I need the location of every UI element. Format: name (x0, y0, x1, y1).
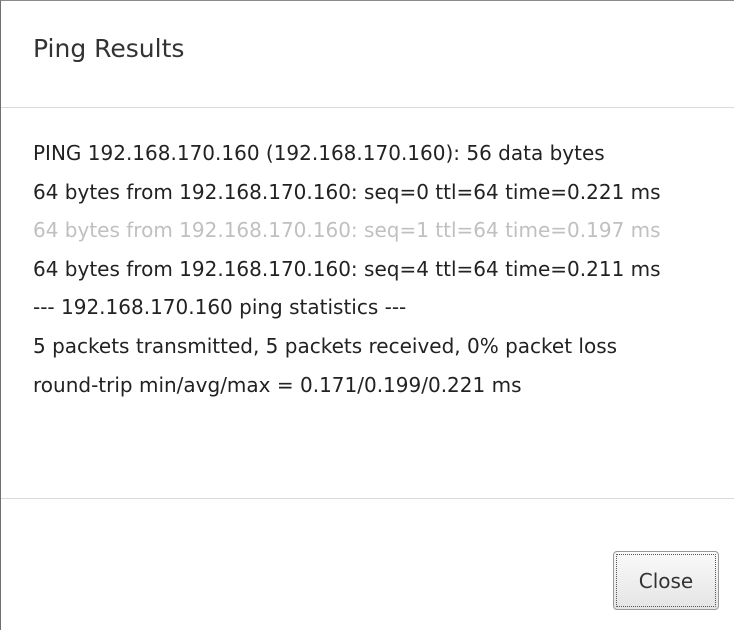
output-line: --- 192.168.170.160 ping statistics --- (33, 295, 407, 320)
ping-output: PING 192.168.170.160 (192.168.170.160): … (33, 134, 701, 404)
output-line: 5 packets transmitted, 5 packets receive… (33, 333, 618, 358)
dialog-header: Ping Results (1, 1, 734, 108)
output-line: 64 bytes from 192.168.170.160: seq=4 ttl… (33, 256, 661, 281)
output-line: 64 bytes from 192.168.170.160: seq=0 ttl… (33, 179, 661, 204)
dialog-footer: Close (1, 499, 734, 631)
output-line: round-trip min/avg/max = 0.171/0.199/0.2… (33, 372, 522, 397)
output-line: PING 192.168.170.160 (192.168.170.160): … (33, 141, 605, 165)
output-line: 64 bytes from 192.168.170.160: seq=1 ttl… (33, 218, 661, 243)
close-button[interactable]: Close (613, 551, 719, 610)
ping-results-dialog: Ping Results PING 192.168.170.160 (192.1… (0, 0, 734, 630)
dialog-body: PING 192.168.170.160 (192.168.170.160): … (1, 108, 734, 499)
dialog-title: Ping Results (33, 33, 185, 63)
